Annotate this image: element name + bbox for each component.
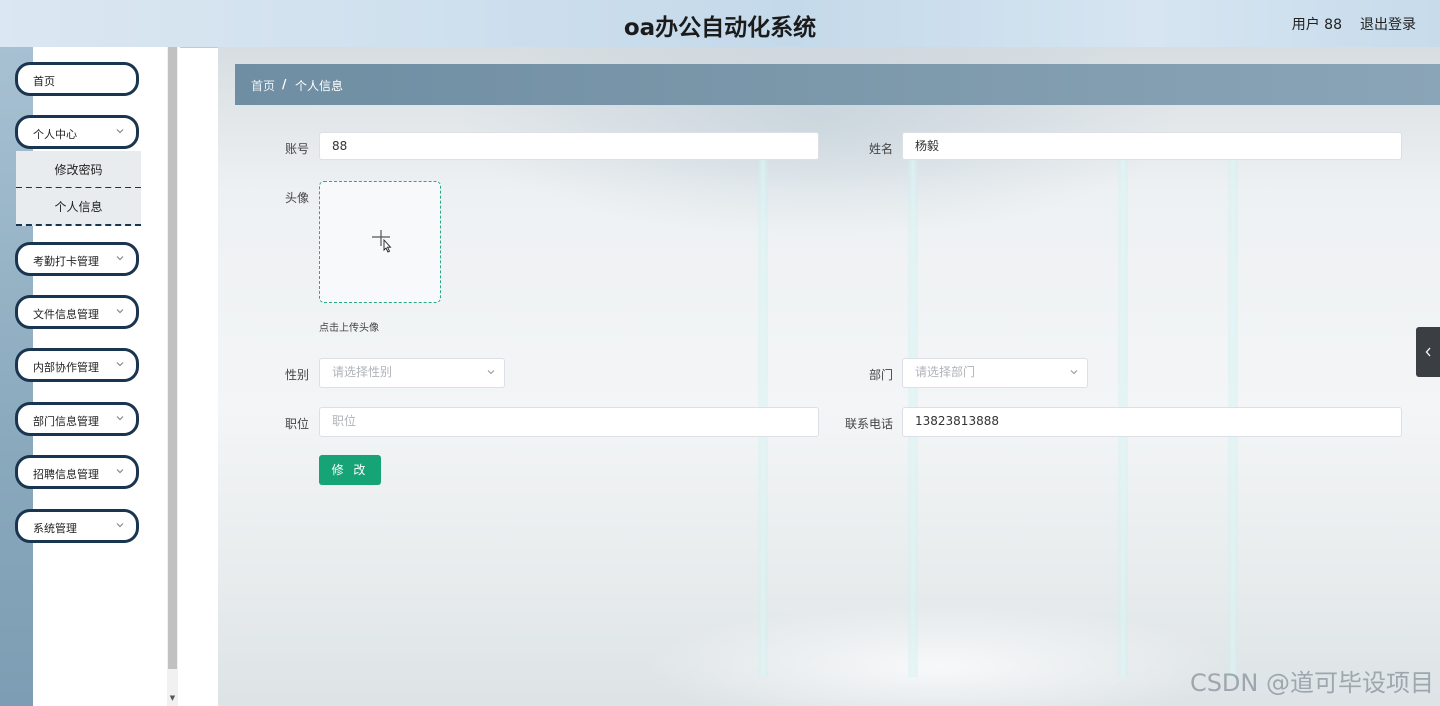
sidebar-item-system[interactable]: 系统管理 [15,509,139,543]
update-button[interactable]: 修 改 [319,455,381,485]
sidebar-item-label: 系统管理 [33,522,77,535]
department-label: 部门 [868,368,893,382]
sidebar: 首页 个人中心 修改密码 个人信息 考勤打卡管理 文件信息管理 内部协作管理 部… [0,47,180,706]
plus-icon [372,230,392,253]
gender-label: 性别 [284,368,309,382]
sidebar-scroll-thumb[interactable] [168,47,177,669]
submenu-item-label: 个人信息 [54,200,103,214]
chevron-down-icon [116,309,124,314]
submenu-item-label: 修改密码 [54,163,103,177]
sidebar-item-files[interactable]: 文件信息管理 [15,295,139,329]
logout-button[interactable]: 退出登录 [1360,14,1416,34]
gender-select[interactable]: 请选择性别 [319,358,505,388]
avatar-label: 头像 [284,191,309,205]
sidebar-item-label: 考勤打卡管理 [33,255,99,268]
sidebar-item-label: 内部协作管理 [33,361,99,374]
avatar-upload-hint: 点击上传头像 [319,323,379,334]
breadcrumb-home[interactable]: 首页 [251,77,275,94]
sidebar-item-recruitment[interactable]: 招聘信息管理 [15,455,139,489]
chevron-down-icon [1070,370,1078,375]
sidebar-item-personal-center[interactable]: 个人中心 [15,115,139,149]
main-content: 首页 / 个人信息 账号 88 姓名 杨毅 头像 点击上传头像 性别 请选择性别… [218,47,1440,706]
submenu-item-change-password[interactable]: 修改密码 [16,151,141,189]
watermark-text: CSDN @道可毕设项目 [1189,669,1434,697]
chevron-down-icon [116,416,124,421]
department-select-placeholder: 请选择部门 [915,365,976,379]
top-header: oa办公自动化系统 用户 88 退出登录 [0,0,1440,48]
name-label: 姓名 [868,142,893,156]
department-select[interactable]: 请选择部门 [902,358,1088,388]
position-label: 职位 [284,417,309,431]
sidebar-item-attendance[interactable]: 考勤打卡管理 [15,242,139,276]
scroll-down-icon[interactable]: ▼ [168,692,177,704]
chevron-down-icon [116,256,124,261]
breadcrumb: 首页 / 个人信息 [235,64,1440,105]
chevron-down-icon [116,469,124,474]
sidebar-item-label: 文件信息管理 [33,308,99,321]
chevron-down-icon [116,523,124,528]
panel-toggle-button[interactable] [1416,327,1440,377]
phone-field[interactable]: 13823813888 [902,407,1402,437]
chevron-down-icon [487,370,495,375]
name-field[interactable]: 杨毅 [902,132,1402,160]
sidebar-item-collaboration[interactable]: 内部协作管理 [15,348,139,382]
chevron-down-icon [116,362,124,367]
chevron-down-icon [116,129,124,134]
current-user: 用户 88 [1291,17,1342,33]
breadcrumb-current: 个人信息 [295,79,344,93]
avatar-upload[interactable] [319,181,441,303]
account-field[interactable]: 88 [319,132,819,160]
chevron-left-icon [1425,347,1431,357]
sidebar-item-label: 招聘信息管理 [33,468,99,481]
sidebar-item-departments[interactable]: 部门信息管理 [15,402,139,436]
account-label: 账号 [284,142,309,156]
breadcrumb-separator: / [282,77,287,91]
phone-label: 联系电话 [844,417,893,431]
sidebar-item-home[interactable]: 首页 [15,62,139,96]
app-title: oa办公自动化系统 [623,15,817,41]
gender-select-placeholder: 请选择性别 [332,365,393,379]
sidebar-item-label: 个人中心 [33,128,77,141]
sidebar-item-label: 首页 [33,75,55,88]
sidebar-item-label: 部门信息管理 [33,415,99,428]
position-field[interactable]: 职位 [319,407,819,437]
submenu-item-personal-info[interactable]: 个人信息 [16,188,141,226]
